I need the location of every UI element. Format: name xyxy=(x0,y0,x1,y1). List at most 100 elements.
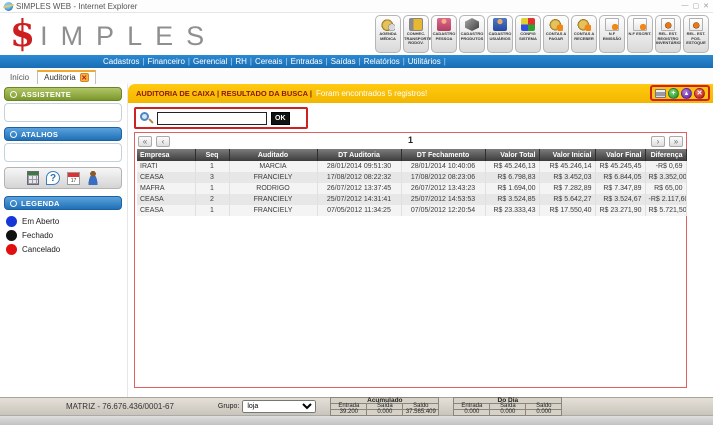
menu-item-utilitarios[interactable]: Utilitários xyxy=(405,57,444,66)
app-logo: $ IMPLES xyxy=(10,17,217,51)
toolbar-button-label: CONFIG SISTEMA xyxy=(516,32,540,41)
sidebar-section-assistente[interactable]: ASSISTENTE xyxy=(4,87,122,101)
cell-empresa: MAFRA xyxy=(137,183,195,194)
last-page-button[interactable]: » xyxy=(669,136,683,147)
column-header-valor-final[interactable]: Valor Final xyxy=(595,149,645,161)
person-icon xyxy=(437,18,451,31)
toolbar-button-label: AGENDA MÉDICA xyxy=(376,32,400,41)
next-page-button[interactable]: › xyxy=(651,136,665,147)
column-header-dt-auditoria[interactable]: DT Auditoria xyxy=(317,149,401,161)
cell-dt-fechamento: 07/05/2012 12:20:54 xyxy=(401,205,485,216)
legend-item-em-aberto: Em Aberto xyxy=(6,216,120,227)
close-window-icon[interactable]: ✕ xyxy=(703,2,709,10)
toolbar-button-n-f-escrit[interactable]: N.F ESCRIT. xyxy=(627,15,653,53)
table-row[interactable]: CEASA2FRANCIELY25/07/2012 14:31:4125/07/… xyxy=(137,194,686,205)
toolbar-button-cadastro-produtos[interactable]: CADASTRO PRODUTOS xyxy=(459,15,485,53)
toolbar-button-rel-est-pos-estoque[interactable]: REL. EST. POS. ESTOQUE xyxy=(683,15,709,53)
toolbar-button-cadastro-usuarios[interactable]: CADASTRO USUÁRIOS xyxy=(487,15,513,53)
cell-valor-final: R$ 6.844,05 xyxy=(595,172,645,183)
menu-separator: | xyxy=(444,57,446,66)
cell-valor-total: R$ 1.694,00 xyxy=(485,183,539,194)
mini-value-saida: 0.000 xyxy=(367,410,403,416)
moneybag-plus-icon xyxy=(577,18,591,31)
help-icon[interactable]: ? xyxy=(46,171,60,185)
calculator-icon[interactable] xyxy=(27,171,39,185)
toolbar-button-rel-est-registro-inventario[interactable]: REL. EST. REGISTRO INVENTÁRIO xyxy=(655,15,681,53)
toolbar-button-label: CONTAS A PAGAR xyxy=(544,32,568,41)
calendar-icon[interactable]: 17 xyxy=(67,172,80,185)
menu-item-relatorios[interactable]: Relatórios xyxy=(361,57,403,66)
toolbar-button-agenda-medica[interactable]: AGENDA MÉDICA xyxy=(375,15,401,53)
search-box: OK xyxy=(134,107,308,129)
printer-icon[interactable] xyxy=(655,89,666,98)
menu-item-financeiro[interactable]: Financeiro xyxy=(145,57,188,66)
toolbar-button-config-sistema[interactable]: CONFIG SISTEMA xyxy=(515,15,541,53)
menu-item-saidas[interactable]: Saídas xyxy=(328,57,359,66)
menu-bar: Cadastros|Financeiro|Gerencial|RH|Cereai… xyxy=(0,55,713,68)
column-header-auditado[interactable]: Auditado xyxy=(229,149,317,161)
table-row[interactable]: CEASA3FRANCIELY17/08/2012 08:22:3217/08/… xyxy=(137,172,686,183)
cell-valor-final: R$ 7.347,89 xyxy=(595,183,645,194)
table-body: IRATI1MARCIA28/01/2014 09:51:3028/01/201… xyxy=(137,161,686,216)
cell-valor-inicial: R$ 45.246,14 xyxy=(539,161,595,172)
grupo-select[interactable]: loja xyxy=(242,400,316,413)
toolbar-button-n-f-emissao[interactable]: N.F EMISSÃO xyxy=(599,15,625,53)
cell-auditado: FRANCIELY xyxy=(229,172,317,183)
tab-row: Início Auditoria ✕ xyxy=(0,68,713,84)
menu-item-cereais[interactable]: Cereais xyxy=(252,57,286,66)
table-row[interactable]: CEASA1FRANCIELY07/05/2012 11:34:2507/05/… xyxy=(137,205,686,216)
maximize-icon[interactable]: ▢ xyxy=(693,2,700,10)
move-up-button[interactable]: ▲ xyxy=(681,88,692,99)
column-header-empresa[interactable]: Empresa xyxy=(137,149,195,161)
add-record-button[interactable]: + xyxy=(668,88,679,99)
tab-auditoria-label: Auditoria xyxy=(44,73,76,82)
mini-value-entrada: 39.200 xyxy=(331,410,367,416)
menu-item-rh[interactable]: RH xyxy=(232,57,250,66)
user-silhouette-icon[interactable] xyxy=(87,171,99,185)
menu-item-gerencial[interactable]: Gerencial xyxy=(190,57,230,66)
sidebar-section-legenda[interactable]: LEGENDA xyxy=(4,196,122,210)
menu-item-entradas[interactable]: Entradas xyxy=(288,57,326,66)
truck-icon xyxy=(409,18,423,31)
column-header-diferenca[interactable]: Diferença xyxy=(645,149,686,161)
column-header-dt-fechamento[interactable]: DT Fechamento xyxy=(401,149,485,161)
close-panel-button[interactable]: ✕ xyxy=(694,88,705,99)
cell-valor-final: R$ 45.245,45 xyxy=(595,161,645,172)
tab-inicio[interactable]: Início xyxy=(6,71,37,84)
search-ok-button[interactable]: OK xyxy=(271,112,290,125)
tab-auditoria[interactable]: Auditoria ✕ xyxy=(37,70,96,84)
atalhos-label: ATALHOS xyxy=(21,130,58,139)
table-row[interactable]: IRATI1MARCIA28/01/2014 09:51:3028/01/201… xyxy=(137,161,686,172)
toolbar-button-conhec-transporte-rodov[interactable]: CONHEC. TRANSPORTE RODOV. xyxy=(403,15,429,53)
cell-diferenca: -R$ 2.117,60 xyxy=(645,194,686,205)
logo-dollar-sign: $ xyxy=(10,17,35,51)
main-toolbar: AGENDA MÉDICACONHEC. TRANSPORTE RODOV.CA… xyxy=(375,15,709,53)
atalhos-panel xyxy=(4,143,122,162)
window-title: SIMPLES WEB - Internet Explorer xyxy=(16,2,137,11)
table-row[interactable]: MAFRA1RODRIGO26/07/2012 13:37:4526/07/20… xyxy=(137,183,686,194)
legend-item-cancelado: Cancelado xyxy=(6,244,120,255)
acumulado-table: AcumuladoEntradaSaídaSaldo39.2000.00037.… xyxy=(330,397,439,416)
column-header-valor-total[interactable]: Valor Total xyxy=(485,149,539,161)
menu-item-cadastros[interactable]: Cadastros xyxy=(100,57,142,66)
column-header-valor-inicial[interactable]: Valor Inicial xyxy=(539,149,595,161)
sidebar-section-atalhos[interactable]: ATALHOS xyxy=(4,127,122,141)
toolbar-button-cadastro-pessoa[interactable]: CADASTRO PESSOA xyxy=(431,15,457,53)
minimize-icon[interactable]: — xyxy=(682,2,689,10)
cell-dt-auditoria: 07/05/2012 11:34:25 xyxy=(317,205,401,216)
content-panel: OK « ‹ 1 › » Emp xyxy=(128,103,713,397)
cell-empresa: IRATI xyxy=(137,161,195,172)
window-controls: — ▢ ✕ xyxy=(682,2,710,10)
column-header-seq[interactable]: Seq xyxy=(195,149,229,161)
current-page: 1 xyxy=(137,135,684,145)
search-icon[interactable] xyxy=(140,112,153,125)
cell-valor-inicial: R$ 5.642,27 xyxy=(539,194,595,205)
toolbar-button-contas-a-pagar[interactable]: CONTAS A PAGAR xyxy=(543,15,569,53)
mini-value-entrada: 0.000 xyxy=(454,410,490,416)
tab-close-icon[interactable]: ✕ xyxy=(80,73,89,82)
search-input[interactable] xyxy=(157,112,267,125)
banner-title: AUDITORIA DE CAIXA | RESULTADO DA BUSCA … xyxy=(136,89,312,98)
toolbar-button-label: REL. EST. REGISTRO INVENTÁRIO xyxy=(656,32,680,46)
toolbar-button-contas-a-receber[interactable]: CONTAS A RECEBER xyxy=(571,15,597,53)
palette-icon xyxy=(521,18,535,31)
